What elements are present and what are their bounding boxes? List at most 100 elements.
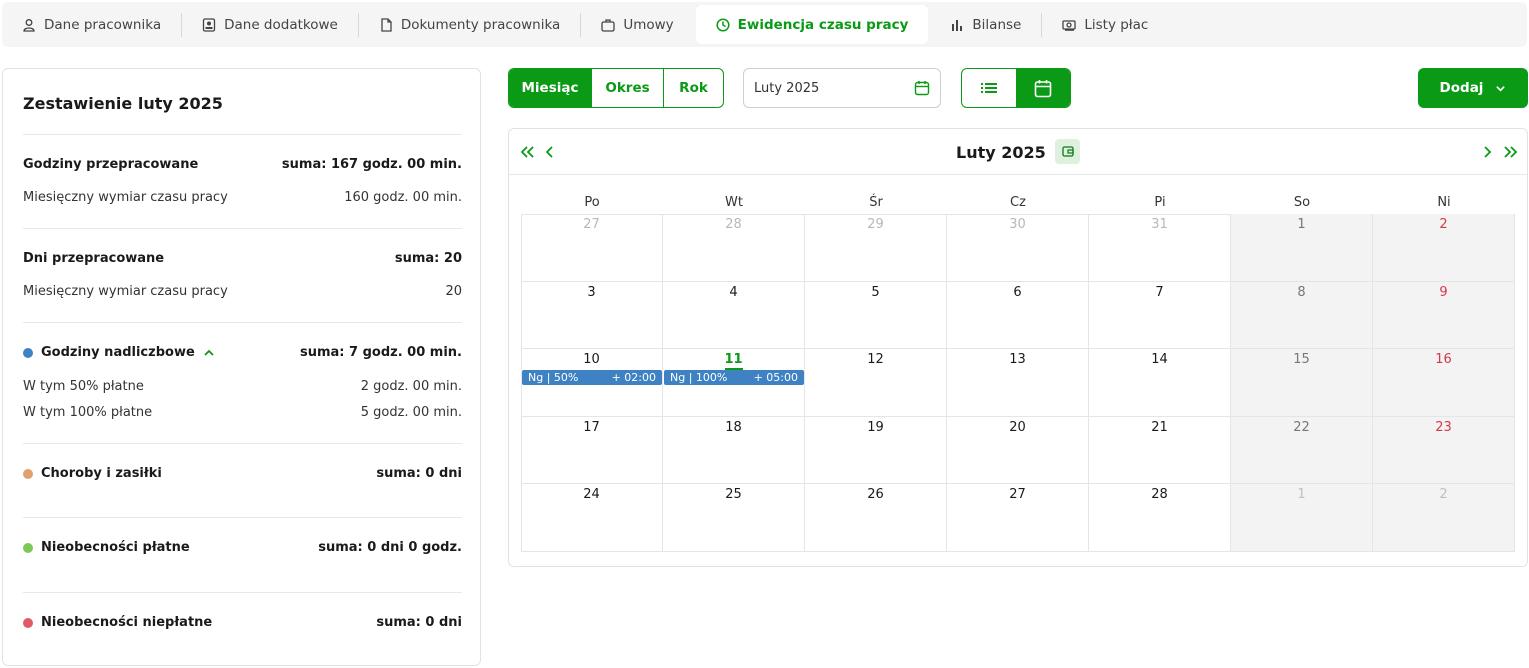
calendar-day-cell[interactable]: 1	[1231, 214, 1373, 282]
calendar-view-button[interactable]	[1016, 69, 1070, 107]
worked-hours-label: Godziny przepracowane	[23, 157, 199, 172]
view-switch	[961, 68, 1071, 108]
prev-month-button[interactable]	[541, 143, 559, 161]
calendar-day-cell[interactable]: 1	[1231, 484, 1373, 552]
calendar-day-cell[interactable]: 3	[521, 281, 663, 350]
unpaid-absence-label: Nieobecności niepłatne	[41, 615, 213, 630]
overtime-event[interactable]: Ng | 100% + 05:00	[664, 370, 804, 386]
calendar-day-cell[interactable]: 22	[1231, 416, 1373, 485]
calendar-day-cell[interactable]: 5	[805, 281, 947, 350]
calendar-day-cell[interactable]: 7	[1089, 281, 1231, 350]
calendar-icon[interactable]	[914, 80, 930, 96]
mode-period-button[interactable]: Okres	[592, 69, 664, 107]
double-chevron-right-icon	[1504, 146, 1518, 158]
calendar-header: Luty 2025	[509, 129, 1527, 175]
calendar-day-cell[interactable]: 14	[1089, 349, 1231, 417]
weekday-header: Pi	[1154, 195, 1166, 210]
calendar-day-cell[interactable]: 4	[663, 281, 805, 350]
day-number: 23	[1435, 419, 1452, 435]
day-number: 1	[1297, 217, 1306, 232]
calendar-day-cell[interactable]: 15	[1231, 349, 1373, 417]
calendar-day-cell[interactable]: 23	[1373, 416, 1515, 485]
unpaid-absence-row: Nieobecności niepłatne suma: 0 dni	[23, 615, 462, 630]
tab-label: Dane dodatkowe	[224, 16, 338, 33]
calendar-day-cell[interactable]: 29	[805, 214, 947, 282]
mode-year-button[interactable]: Rok	[664, 69, 723, 107]
overtime-row[interactable]: Godziny nadliczbowe suma: 7 godz. 00 min…	[23, 345, 462, 360]
user-icon	[22, 18, 36, 32]
event-label: Ng | 50%	[528, 371, 579, 385]
paid-absence-dot-icon	[23, 542, 33, 553]
day-number: 6	[1013, 284, 1022, 300]
divider	[23, 517, 462, 518]
monthly-norm-days-label: Miesięczny wymiar czasu pracy	[23, 284, 228, 299]
list-icon	[981, 83, 997, 93]
worked-days-row: Dni przepracowane suma: 20	[23, 251, 462, 266]
calendar-day-cell[interactable]: 13	[947, 349, 1089, 417]
calendar-icon	[1034, 79, 1052, 97]
calendar-day-cell[interactable]: 28	[1089, 484, 1231, 552]
calendar-day-cell[interactable]: 2	[1373, 484, 1515, 552]
wallet-button[interactable]	[1055, 139, 1080, 164]
monthly-norm-hours-value: 160 godz. 00 min.	[344, 190, 462, 205]
add-dropdown-button[interactable]: Dodaj	[1418, 68, 1528, 108]
tab-contracts[interactable]: Umowy	[581, 5, 693, 44]
overtime-50-value: 2 godz. 00 min.	[360, 379, 462, 394]
paid-absence-value: suma: 0 dni 0 godz.	[318, 540, 462, 555]
tab-balances[interactable]: Bilanse	[930, 5, 1041, 44]
add-button-label: Dodaj	[1439, 80, 1484, 96]
next-month-button[interactable]	[1478, 143, 1496, 161]
day-number: 26	[867, 487, 884, 503]
chevron-up-icon[interactable]	[203, 347, 215, 359]
tab-employee-data[interactable]: Dane pracownika	[2, 5, 181, 44]
calendar-day-cell[interactable]: 24	[521, 484, 663, 552]
month-picker-input[interactable]: Luty 2025	[743, 68, 941, 108]
day-number: 4	[729, 284, 738, 300]
wallet-icon	[1061, 146, 1074, 157]
calendar-day-cell[interactable]: 2	[1373, 214, 1515, 282]
period-mode-switch: Miesiąc Okres Rok	[508, 68, 724, 108]
calendar-day-cell[interactable]: 6	[947, 281, 1089, 350]
tab-additional-data[interactable]: Dane dodatkowe	[182, 5, 358, 44]
calendar-day-cell[interactable]: 18	[663, 416, 805, 485]
calendar-day-cell[interactable]: 16	[1373, 349, 1515, 417]
tab-payrolls[interactable]: Listy płac	[1042, 5, 1168, 44]
sickness-row: Choroby i zasiłki suma: 0 dni	[23, 466, 462, 481]
sickness-dot-icon	[23, 468, 33, 479]
calendar-day-cell[interactable]: 12	[805, 349, 947, 417]
day-number: 27	[583, 217, 600, 232]
calendar-day-cell[interactable]: 27	[947, 484, 1089, 552]
weekday-header: Wt	[725, 195, 743, 210]
overtime-100-value: 5 godz. 00 min.	[360, 405, 462, 420]
tab-employee-documents[interactable]: Dokumenty pracownika	[359, 5, 580, 44]
calendar-day-cell[interactable]: 25	[663, 484, 805, 552]
mode-month-button[interactable]: Miesiąc	[509, 69, 592, 107]
prev-year-button[interactable]	[518, 143, 536, 161]
calendar-day-cell[interactable]: 19	[805, 416, 947, 485]
calendar-day-cell[interactable]: 21	[1089, 416, 1231, 485]
calendar-day-cell[interactable]: 31	[1089, 214, 1231, 282]
calendar-day-cell[interactable]: 30	[947, 214, 1089, 282]
divider	[23, 228, 462, 229]
day-number: 15	[1293, 352, 1310, 368]
event-label: Ng | 100%	[670, 371, 728, 385]
calendar-day-cell[interactable]: 26	[805, 484, 947, 552]
calendar-day-cell[interactable]: 20	[947, 416, 1089, 485]
calendar-day-cell[interactable]: 9	[1373, 281, 1515, 350]
next-year-button[interactable]	[1502, 143, 1520, 161]
calendar-day-cell[interactable]: 27	[521, 214, 663, 282]
day-number: 21	[1151, 419, 1168, 435]
tab-time-records[interactable]: Ewidencja czasu pracy	[695, 5, 929, 44]
calendar-day-cell[interactable]: 8	[1231, 281, 1373, 350]
weekday-header: Ni	[1437, 195, 1451, 210]
overtime-event[interactable]: Ng | 50% + 02:00	[522, 370, 662, 386]
overtime-100-row: W tym 100% płatne 5 godz. 00 min.	[23, 405, 462, 420]
calendar-day-cell[interactable]: 17	[521, 416, 663, 485]
day-number: 7	[1155, 284, 1164, 300]
calendar-day-cell[interactable]: 28	[663, 214, 805, 282]
list-view-button[interactable]	[962, 69, 1016, 107]
weekday-header: So	[1293, 195, 1311, 210]
summary-title: Zestawienie luty 2025	[23, 94, 223, 113]
day-number: 18	[725, 419, 742, 435]
overtime-label: Godziny nadliczbowe	[41, 345, 195, 360]
